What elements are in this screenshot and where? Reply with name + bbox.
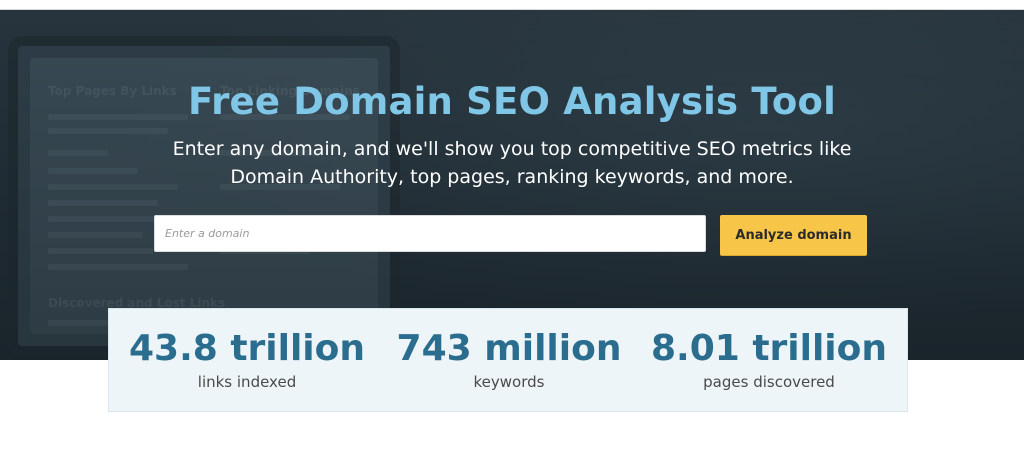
stat-value: 743 million: [396, 328, 622, 369]
stat-pages-discovered: 8.01 trillion pages discovered: [639, 327, 899, 391]
analyze-domain-button[interactable]: Analyze domain: [720, 215, 867, 255]
stat-value: 43.8 trillion: [128, 328, 366, 369]
stat-value: 8.01 trillion: [650, 328, 888, 369]
stat-label: keywords: [473, 373, 545, 391]
stat-links-indexed: 43.8 trillion links indexed: [117, 327, 377, 391]
page-subtitle: Enter any domain, and we'll show you top…: [172, 138, 852, 188]
top-border: [0, 0, 1024, 10]
page-title: Free Domain SEO Analysis Tool: [187, 80, 837, 123]
stat-keywords: 743 million keywords: [379, 327, 639, 391]
stats-panel: 43.8 trillion links indexed 743 million …: [108, 308, 908, 412]
domain-search-input[interactable]: [154, 215, 706, 252]
stat-label: pages discovered: [703, 373, 835, 391]
stat-label: links indexed: [197, 373, 297, 391]
